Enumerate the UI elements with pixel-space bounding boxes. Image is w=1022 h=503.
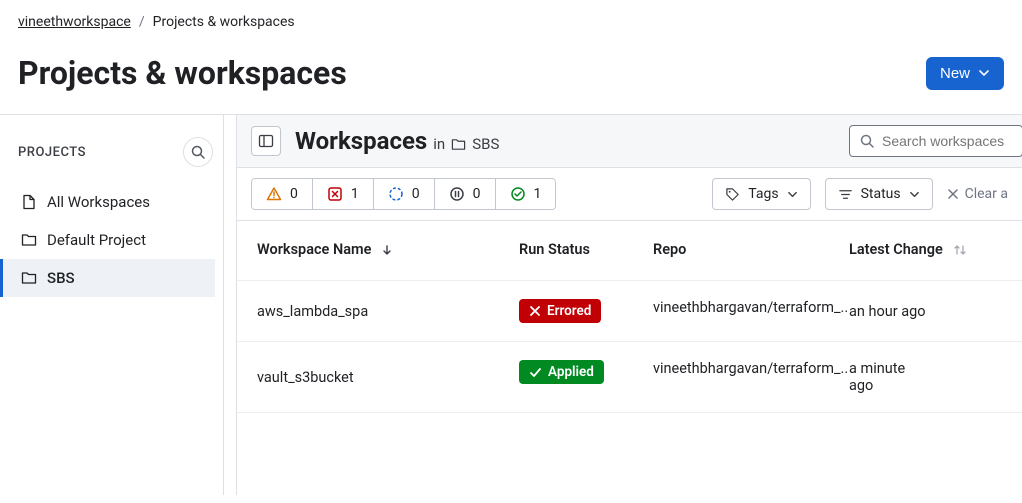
- column-header-status[interactable]: Run Status: [519, 241, 653, 258]
- applied-count: 1: [534, 186, 542, 202]
- status-filter-running[interactable]: 0: [374, 179, 435, 209]
- close-icon: [947, 188, 959, 200]
- pause-icon: [449, 186, 465, 202]
- workspace-name: vault_s3bucket: [257, 360, 519, 394]
- status-label: Status: [861, 186, 901, 202]
- workspace-name: aws_lambda_spa: [257, 299, 519, 323]
- breadcrumb: vineethworkspace / Projects & workspaces: [0, 0, 1022, 44]
- sidebar-collapse-icon: [258, 133, 274, 149]
- sidebar-search-button[interactable]: [183, 137, 213, 167]
- sidebar-item-default-project[interactable]: Default Project: [0, 221, 215, 259]
- column-header-repo[interactable]: Repo: [653, 241, 849, 258]
- search-icon: [191, 145, 205, 159]
- running-count: 0: [412, 186, 420, 202]
- sort-down-icon: [381, 244, 393, 256]
- running-icon: [388, 186, 404, 202]
- tags-label: Tags: [748, 186, 778, 202]
- repo-name: vineethbhargavan/terraform_..: [653, 360, 849, 394]
- tags-filter-button[interactable]: Tags: [712, 178, 810, 210]
- main-content: Workspaces in SBS 0: [237, 115, 1022, 495]
- status-filter-error[interactable]: 1: [313, 179, 374, 209]
- column-header-change[interactable]: Latest Change: [849, 241, 1002, 258]
- chevron-down-icon: [978, 67, 990, 79]
- sidebar-item-sbs[interactable]: SBS: [0, 259, 215, 297]
- check-circle-icon: [510, 186, 526, 202]
- table-row[interactable]: aws_lambda_spa Errored vineethbhargavan/…: [237, 281, 1022, 342]
- workspaces-heading: Workspaces: [295, 127, 427, 155]
- scope-name: SBS: [472, 135, 499, 153]
- workspaces-scope: in SBS: [433, 135, 499, 153]
- status-label: Applied: [548, 364, 594, 380]
- document-icon: [21, 194, 37, 210]
- breadcrumb-current: Projects & workspaces: [153, 14, 295, 30]
- table-header: Workspace Name Run Status Repo Latest Ch…: [237, 221, 1022, 281]
- sidebar-item-label: SBS: [47, 269, 75, 287]
- clear-filters-button[interactable]: Clear a: [947, 186, 1008, 202]
- filter-icon: [838, 187, 853, 202]
- sidebar-item-label: Default Project: [47, 231, 146, 249]
- status-filter-applied[interactable]: 1: [496, 179, 556, 209]
- pending-count: 0: [473, 186, 481, 202]
- new-button[interactable]: New: [926, 57, 1004, 90]
- sort-icon: [953, 243, 967, 257]
- tag-icon: [725, 187, 740, 202]
- status-badge: Applied: [519, 360, 604, 384]
- sidebar-item-all-workspaces[interactable]: All Workspaces: [0, 183, 215, 221]
- collapse-sidebar-button[interactable]: [251, 126, 281, 156]
- status-filter-button[interactable]: Status: [825, 178, 933, 210]
- chevron-down-icon: [909, 189, 920, 200]
- in-label: in: [433, 135, 445, 153]
- search-input-container[interactable]: [849, 125, 1022, 157]
- folder-icon: [451, 137, 466, 152]
- warn-count: 0: [290, 186, 298, 202]
- sidebar-item-label: All Workspaces: [47, 193, 150, 211]
- repo-name: vineethbhargavan/terraform_..: [653, 299, 849, 323]
- table-row[interactable]: vault_s3bucket Applied vineethbhargavan/…: [237, 342, 1022, 413]
- sidebar: PROJECTS All Workspaces Default Project …: [0, 115, 237, 495]
- close-icon: [529, 305, 541, 317]
- status-filter-pending[interactable]: 0: [435, 179, 496, 209]
- status-label: Errored: [547, 303, 591, 319]
- column-name-label: Workspace Name: [257, 241, 371, 258]
- new-button-label: New: [940, 65, 970, 82]
- clear-label: Clear a: [965, 186, 1008, 202]
- latest-change: a minute ago: [849, 360, 929, 394]
- error-icon: [327, 186, 343, 202]
- check-icon: [529, 366, 542, 379]
- column-header-name[interactable]: Workspace Name: [257, 241, 519, 258]
- folder-icon: [21, 270, 37, 286]
- column-change-label: Latest Change: [849, 241, 943, 258]
- search-input[interactable]: [882, 133, 1012, 149]
- status-badge: Errored: [519, 299, 601, 323]
- breadcrumb-separator: /: [139, 14, 145, 30]
- page-title: Projects & workspaces: [18, 54, 347, 92]
- folder-icon: [21, 232, 37, 248]
- chevron-down-icon: [787, 189, 798, 200]
- status-filter-group: 0 1 0 0 1: [251, 178, 556, 210]
- search-icon: [860, 134, 874, 148]
- breadcrumb-root[interactable]: vineethworkspace: [18, 14, 131, 30]
- warning-icon: [266, 186, 282, 202]
- latest-change: an hour ago: [849, 299, 929, 323]
- status-filter-warn[interactable]: 0: [252, 179, 313, 209]
- error-count: 1: [351, 186, 359, 202]
- sidebar-heading: PROJECTS: [18, 145, 86, 160]
